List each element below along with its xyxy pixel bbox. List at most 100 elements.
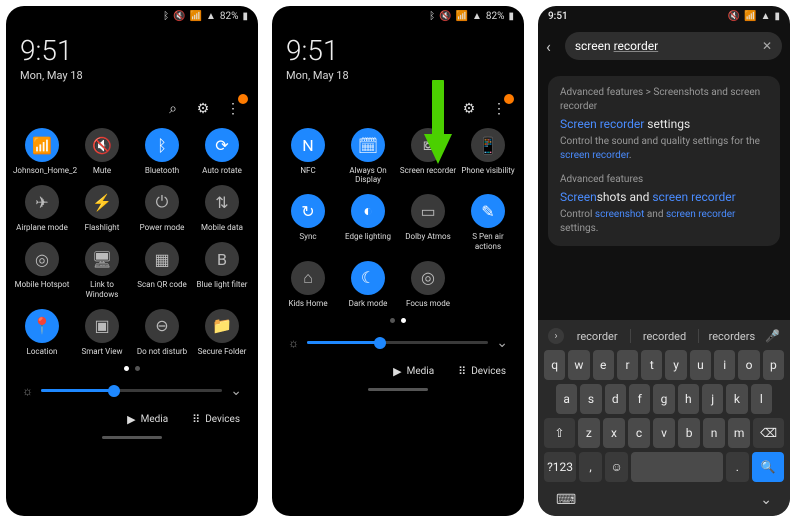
quick-toggle-dark[interactable]: ☾Dark mode [338, 261, 398, 308]
quick-toggle-mute[interactable]: 🔇Mute [72, 128, 132, 175]
collapse-icon[interactable]: ⌄ [760, 492, 772, 508]
brightness-slider[interactable] [307, 341, 488, 344]
quick-toggle-nfc[interactable]: NNFC [278, 128, 338, 184]
key-q[interactable]: q [544, 350, 565, 380]
key-i[interactable]: i [714, 350, 735, 380]
quick-toggle-flash[interactable]: ⚡Flashlight [72, 185, 132, 232]
key-r[interactable]: r [617, 350, 638, 380]
clock-time: 9:51 [20, 34, 244, 67]
quick-toggle-power[interactable]: ⏻Power mode [132, 185, 192, 232]
quick-toggle-bluelight[interactable]: BBlue light filter [192, 242, 252, 298]
key-s[interactable]: s [580, 384, 601, 414]
kids-icon: ⌂ [291, 261, 325, 295]
back-icon[interactable]: ‹ [542, 37, 555, 56]
key-y[interactable]: y [665, 350, 686, 380]
key-v[interactable]: v [653, 418, 675, 448]
key-p[interactable]: p [763, 350, 784, 380]
suggestion-word[interactable]: recorder [568, 330, 626, 343]
rec-icon: ⧇ [411, 128, 445, 162]
quick-toggle-focus[interactable]: ◎Focus mode [398, 261, 458, 308]
key-a[interactable]: a [556, 384, 577, 414]
period-key[interactable]: . [726, 452, 749, 482]
key-g[interactable]: g [653, 384, 674, 414]
space-key[interactable] [631, 452, 723, 482]
more-icon[interactable]: ⋮ [224, 100, 242, 118]
backspace-key[interactable]: ⌫ [753, 418, 784, 448]
close-icon[interactable]: ✕ [762, 39, 772, 53]
result-breadcrumb: Advanced features > Screenshots and scre… [560, 86, 768, 114]
chevron-down-icon[interactable]: ⌄ [496, 335, 508, 351]
mic-icon[interactable]: 🎤 [765, 329, 780, 343]
key-n[interactable]: n [703, 418, 725, 448]
quick-toggle-folder[interactable]: 📁Secure Folder [192, 309, 252, 356]
quick-toggle-dolby[interactable]: ▭Dolby Atmos [398, 194, 458, 250]
more-icon[interactable]: ⋮ [490, 100, 508, 118]
quick-toggle-loc[interactable]: 📍Location [12, 309, 72, 356]
key-m[interactable]: m [728, 418, 750, 448]
quick-toggle-aod[interactable]: 🗓Always On Display [338, 128, 398, 184]
quick-toggle-label: Phone visibility [459, 166, 517, 175]
nav-handle[interactable] [102, 436, 162, 439]
search-icon[interactable]: ⌕ [164, 100, 182, 118]
quick-toggle-wifi[interactable]: 📶Johnson_Home_2 [12, 128, 72, 175]
key-h[interactable]: h [678, 384, 699, 414]
quick-toggle-data[interactable]: ⇅Mobile data [192, 185, 252, 232]
key-o[interactable]: o [738, 350, 759, 380]
expand-icon[interactable]: › [548, 328, 564, 344]
comma-key[interactable]: , [579, 452, 602, 482]
quick-toggle-dnd[interactable]: ⊖Do not disturb [132, 309, 192, 356]
key-l[interactable]: l [751, 384, 772, 414]
brightness-slider[interactable] [41, 389, 222, 392]
key-x[interactable]: x [603, 418, 625, 448]
keyboard: › recorder recorded recorders 🎤 qwertyui… [538, 320, 790, 516]
suggestion-word[interactable]: recorders [703, 330, 761, 343]
quick-toggle-hotspot[interactable]: ◎Mobile Hotspot [12, 242, 72, 298]
nav-handle[interactable] [368, 388, 428, 391]
quick-toggle-bt[interactable]: ᛒBluetooth [132, 128, 192, 175]
phone-screen-3: 9:51 🔇 📶 ▲ ▮ ‹ screen recorder ✕ Advance… [538, 6, 790, 516]
quick-toggle-plane[interactable]: ✈Airplane mode [12, 185, 72, 232]
quick-toggle-edge[interactable]: ◐Edge lighting [338, 194, 398, 250]
key-t[interactable]: t [641, 350, 662, 380]
key-d[interactable]: d [605, 384, 626, 414]
shift-key[interactable]: ⇧ [544, 418, 575, 448]
key-k[interactable]: k [726, 384, 747, 414]
keyboard-icon[interactable]: ⌨ [556, 492, 576, 508]
bottom-row: ▶Media ⠿Devices [272, 357, 524, 382]
search-input[interactable]: screen recorder ✕ [565, 32, 782, 60]
key-u[interactable]: u [690, 350, 711, 380]
quick-toggle-qr[interactable]: ▦Scan QR code [132, 242, 192, 298]
symbols-key[interactable]: ?123 [544, 452, 576, 482]
devices-button[interactable]: ⠿Devices [458, 365, 506, 378]
key-b[interactable]: b [678, 418, 700, 448]
key-c[interactable]: c [628, 418, 650, 448]
key-e[interactable]: e [593, 350, 614, 380]
quick-toggle-cast[interactable]: ▣Smart View [72, 309, 132, 356]
key-w[interactable]: w [568, 350, 589, 380]
quick-toggle-sync[interactable]: ↻Sync [278, 194, 338, 250]
quick-toggle-rotate[interactable]: ⟳Auto rotate [192, 128, 252, 175]
suggestion-word[interactable]: recorded [635, 330, 693, 343]
key-f[interactable]: f [629, 384, 650, 414]
quick-toggle-kids[interactable]: ⌂Kids Home [278, 261, 338, 308]
key-z[interactable]: z [578, 418, 600, 448]
key-j[interactable]: j [702, 384, 723, 414]
quick-toggle-rec[interactable]: ⧇Screen recorder [398, 128, 458, 184]
spen-icon: ✎ [471, 194, 505, 228]
media-button[interactable]: ▶Media [393, 365, 434, 378]
media-button[interactable]: ▶Media [127, 413, 168, 426]
chevron-down-icon[interactable]: ⌄ [230, 383, 242, 399]
quick-toggle-link[interactable]: 🖥Link to Windows [72, 242, 132, 298]
gear-icon[interactable]: ⚙ [194, 100, 212, 118]
search-key[interactable]: 🔍 [752, 452, 784, 482]
page-indicator[interactable] [272, 318, 524, 323]
search-result[interactable]: Advanced features Screenshots and screen… [560, 173, 768, 236]
quick-toggle-spen[interactable]: ✎S Pen air actions [458, 194, 518, 250]
emoji-key[interactable]: ☺ [605, 452, 628, 482]
gear-icon[interactable]: ⚙ [460, 100, 478, 118]
quick-toggle-vis[interactable]: 📱Phone visibility [458, 128, 518, 184]
page-indicator[interactable] [6, 366, 258, 371]
devices-button[interactable]: ⠿Devices [192, 413, 240, 426]
search-icon[interactable]: ⌕ [430, 100, 448, 118]
search-result[interactable]: Advanced features > Screenshots and scre… [560, 86, 768, 163]
